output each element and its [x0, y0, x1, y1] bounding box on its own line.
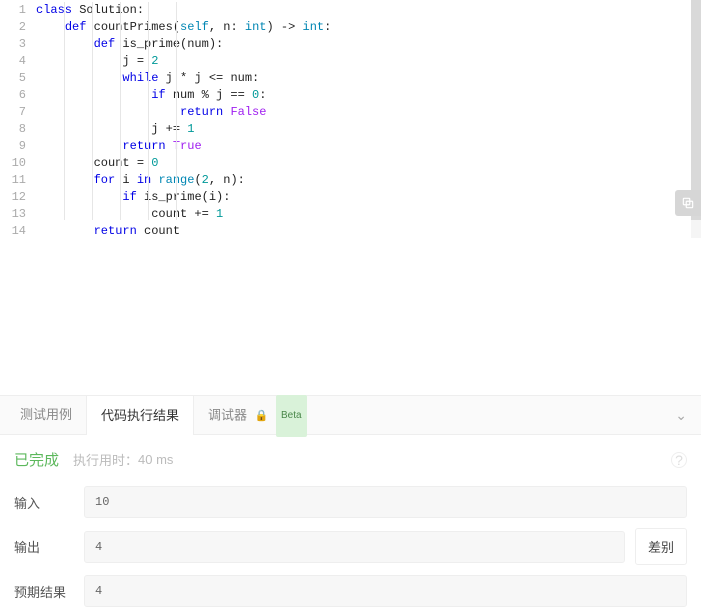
code-line[interactable]: def is_prime(num):: [36, 36, 701, 53]
tabs-bar: 测试用例 代码执行结果 调试器 🔒 Beta ⌄: [0, 395, 701, 435]
code-line[interactable]: return False: [36, 104, 701, 121]
line-number: 14: [0, 223, 26, 240]
diff-button[interactable]: 差别: [635, 528, 687, 565]
code-area[interactable]: class Solution: def countPrimes(self, n:…: [36, 0, 701, 240]
scrollbar-thumb[interactable]: [691, 0, 701, 220]
output-row: 输出 4 差别: [14, 528, 687, 565]
input-label: 输入: [14, 493, 84, 512]
code-line[interactable]: return count: [36, 223, 701, 240]
line-number: 6: [0, 87, 26, 104]
code-line[interactable]: count = 0: [36, 155, 701, 172]
code-line[interactable]: count += 1: [36, 206, 701, 223]
line-number: 2: [0, 19, 26, 36]
copy-button[interactable]: [675, 190, 701, 216]
line-number: 3: [0, 36, 26, 53]
chevron-down-icon[interactable]: ⌄: [675, 407, 687, 424]
line-number: 8: [0, 121, 26, 138]
output-value: 4: [84, 531, 625, 563]
result-panel: 已完成 执行用时： 40 ms ? 输入 10 输出 4 差别 预期结果 4: [0, 435, 701, 607]
runtime-label: 执行用时：: [73, 450, 138, 469]
tab-debugger[interactable]: 调试器 🔒 Beta: [194, 395, 321, 435]
code-editor[interactable]: 1234567891011121314 class Solution: def …: [0, 0, 701, 245]
input-row: 输入 10: [14, 486, 687, 518]
help-icon[interactable]: ?: [671, 452, 687, 468]
status-row: 已完成 执行用时： 40 ms ?: [14, 449, 687, 470]
expected-label: 预期结果: [14, 582, 84, 601]
expected-row: 预期结果 4: [14, 575, 687, 607]
copy-icon: [681, 196, 695, 210]
code-line[interactable]: def countPrimes(self, n: int) -> int:: [36, 19, 701, 36]
code-line[interactable]: j = 2: [36, 53, 701, 70]
tab-testcase[interactable]: 测试用例: [6, 395, 86, 435]
line-number: 13: [0, 206, 26, 223]
runtime-value: 40 ms: [138, 452, 173, 467]
line-number: 11: [0, 172, 26, 189]
input-value[interactable]: 10: [84, 486, 687, 518]
code-line[interactable]: class Solution:: [36, 2, 701, 19]
expected-value: 4: [84, 575, 687, 607]
line-number: 10: [0, 155, 26, 172]
code-line[interactable]: if is_prime(i):: [36, 189, 701, 206]
code-line[interactable]: for i in range(2, n):: [36, 172, 701, 189]
code-line[interactable]: while j * j <= num:: [36, 70, 701, 87]
tab-result[interactable]: 代码执行结果: [86, 395, 194, 435]
line-gutter: 1234567891011121314: [0, 0, 36, 240]
code-line[interactable]: if num % j == 0:: [36, 87, 701, 104]
output-label: 输出: [14, 537, 84, 556]
line-number: 9: [0, 138, 26, 155]
line-number: 5: [0, 70, 26, 87]
line-number: 7: [0, 104, 26, 121]
line-number: 1: [0, 2, 26, 19]
status-text: 已完成: [14, 449, 59, 470]
code-line[interactable]: j += 1: [36, 121, 701, 138]
lock-icon: 🔒: [255, 410, 269, 422]
tab-debugger-label: 调试器: [208, 407, 247, 422]
line-number: 12: [0, 189, 26, 206]
line-number: 4: [0, 53, 26, 70]
code-line[interactable]: return True: [36, 138, 701, 155]
beta-badge: Beta: [276, 395, 307, 437]
